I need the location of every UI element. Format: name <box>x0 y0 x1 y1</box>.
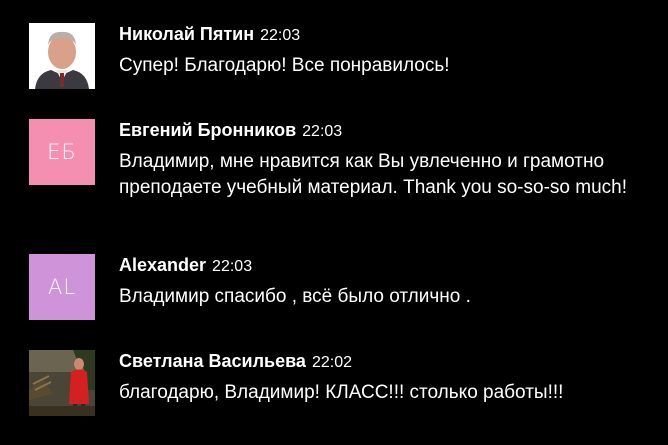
message-text: Владимир, мне нравится как Вы увлеченно … <box>119 151 627 198</box>
avatar-initials: AL <box>47 275 77 299</box>
author-name[interactable]: Евгений Бронников <box>119 120 296 140</box>
avatar[interactable]: ЕБ <box>29 119 95 185</box>
message-time: 22:03 <box>302 123 343 140</box>
author-name[interactable]: Светлана Васильева <box>119 351 306 371</box>
message-content: Alexander 22:03 Владимир спасибо , всё бы… <box>119 254 629 310</box>
message-header: Николай Пятин 22:03 <box>119 23 629 45</box>
message-time: 22:03 <box>260 27 301 44</box>
avatar-initials: ЕБ <box>47 140 77 164</box>
message-time: 22:03 <box>212 258 253 275</box>
avatar[interactable] <box>29 350 95 416</box>
message-text: Супер! Благодарю! Все понравилось! <box>119 55 450 76</box>
avatar[interactable]: AL <box>29 254 95 320</box>
author-name[interactable]: Alexander <box>119 255 206 275</box>
message-text: Владимир спасибо , всё было отлично . <box>119 286 471 307</box>
message-content: Евгений Бронников 22:03 Владимир, мне нра… <box>119 119 629 201</box>
author-name[interactable]: Николай Пятин <box>119 24 254 44</box>
message-time: 22:02 <box>311 354 352 371</box>
avatar[interactable] <box>29 23 95 89</box>
message-header: Евгений Бронников 22:03 <box>119 119 629 141</box>
message-text: благодарю, Владимир! КЛАСС!!! столько ра… <box>119 382 564 403</box>
message-header: Светлана Васильева 22:02 <box>119 350 629 372</box>
message-content: Светлана Васильева 22:02 благодарю, Влади… <box>119 350 629 406</box>
user-photo-icon <box>29 350 95 416</box>
message-header: Alexander 22:03 <box>119 254 629 276</box>
message-content: Николай Пятин 22:03 Супер! Благодарю! Все… <box>119 23 629 79</box>
chat-message-list: Николай Пятин 22:03 Супер! Благодарю! Все… <box>0 0 668 445</box>
user-photo-icon <box>29 23 95 89</box>
